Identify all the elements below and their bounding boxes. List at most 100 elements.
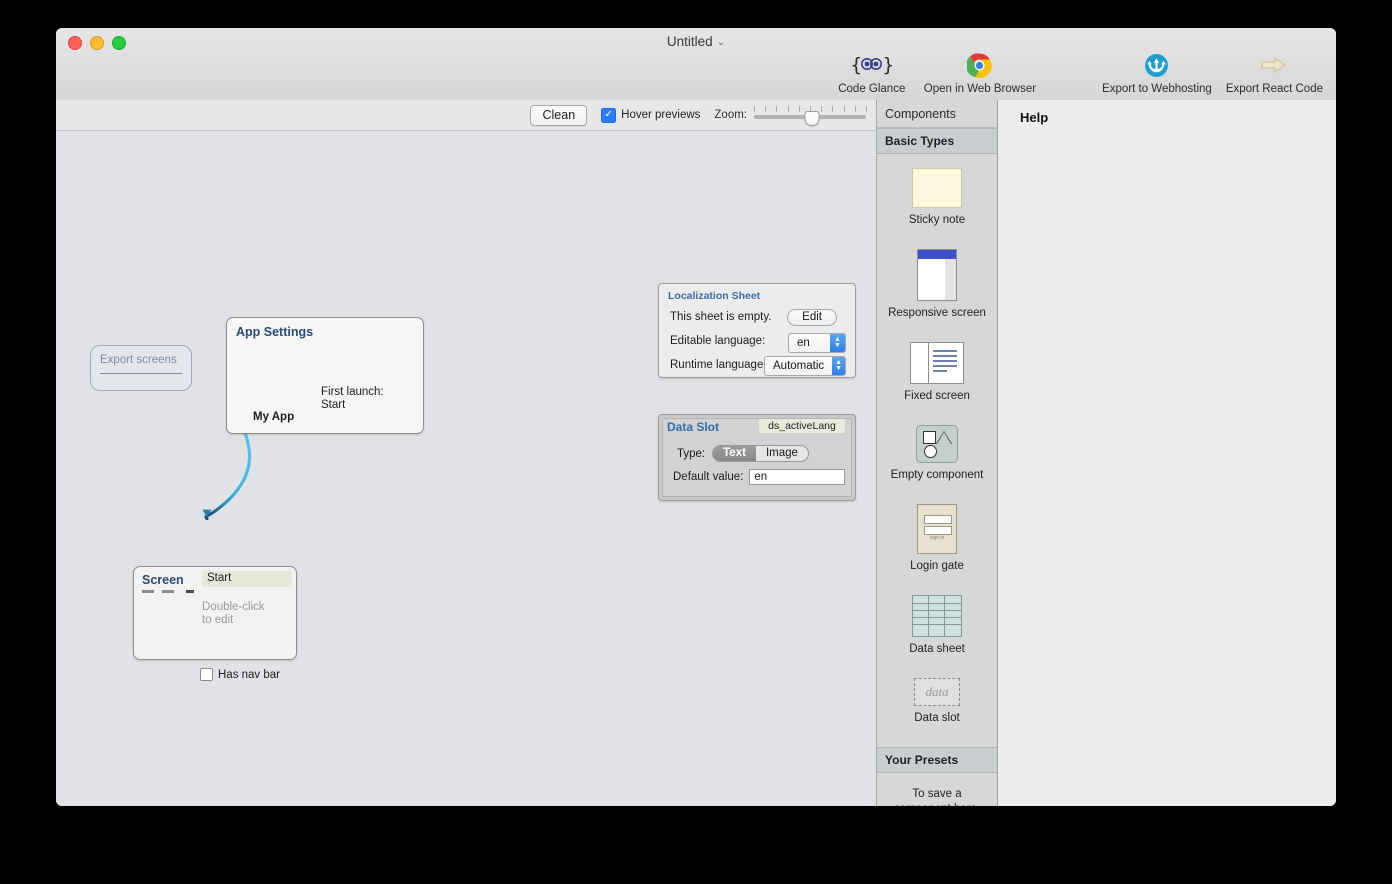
sidebar-component-list: Sticky note Responsive screen xyxy=(877,154,997,725)
component-label: Empty component xyxy=(891,469,984,482)
component-label: Responsive screen xyxy=(888,307,986,320)
toolbar: {} Code Glance xyxy=(827,50,1330,95)
first-launch-label: First launch: xyxy=(321,386,384,398)
segment-image[interactable]: Image xyxy=(756,446,808,461)
login-gate-icon: sign in xyxy=(917,504,957,554)
arrow-right-icon xyxy=(1261,50,1287,80)
zoom-slider-thumb[interactable] xyxy=(805,111,820,126)
first-launch-value: Start xyxy=(321,399,345,411)
chevron-down-icon[interactable]: ⌄ xyxy=(717,37,725,48)
component-label: Data sheet xyxy=(909,643,965,656)
binoculars-icon: {} xyxy=(850,50,893,80)
hover-previews-checkbox[interactable]: ✓ Hover previews xyxy=(601,108,700,123)
data-slot-icon: data xyxy=(914,678,960,706)
node-localization-sheet[interactable]: Localization Sheet This sheet is empty. … xyxy=(658,283,856,378)
data-slot-default-row: Default value: en xyxy=(673,469,845,485)
responsive-screen-icon xyxy=(917,249,957,301)
data-slot-title: Data Slot xyxy=(667,420,719,434)
window-body: Clean ✓ Hover previews Zoom: xyxy=(56,100,1336,806)
component-label: Fixed screen xyxy=(904,390,970,403)
component-data-sheet[interactable]: Data sheet xyxy=(877,595,997,656)
runtime-language-label: Runtime language: xyxy=(670,359,767,371)
fixed-screen-icon xyxy=(910,342,964,384)
help-panel: Help xyxy=(998,100,1336,806)
localization-edit-button[interactable]: Edit xyxy=(787,309,837,326)
runtime-language-value: Automatic xyxy=(765,357,832,375)
presets-empty-text: To save a component here, select it and … xyxy=(877,773,997,806)
canvas-column: Clean ✓ Hover previews Zoom: xyxy=(56,100,877,806)
toolbar-label: Open in Web Browser xyxy=(924,83,1036,95)
toolbar-label: Code Glance xyxy=(838,83,905,95)
localization-empty-text: This sheet is empty. xyxy=(670,311,771,323)
app-settings-title: App Settings xyxy=(236,325,313,339)
data-slot-type-row: Type: Text Image xyxy=(677,445,809,462)
screen-has-nav-bar-checkbox[interactable]: Has nav bar xyxy=(200,668,280,681)
export-screens-underline xyxy=(100,373,182,374)
sidebar-header: Components xyxy=(877,100,997,128)
chrome-icon xyxy=(967,50,992,80)
editable-language-value: en xyxy=(789,334,830,352)
hover-previews-label: Hover previews xyxy=(621,109,700,121)
app-settings-first-launch: First launch: Start xyxy=(321,386,384,412)
toolbar-button-open-in-web-browser[interactable]: Open in Web Browser xyxy=(917,50,1043,95)
has-nav-bar-label: Has nav bar xyxy=(218,669,280,681)
data-slot-type-label: Type: xyxy=(677,448,705,460)
canvas-toolbar: Clean ✓ Hover previews Zoom: xyxy=(56,100,876,131)
zoom-slider[interactable] xyxy=(754,106,866,124)
component-label: Sticky note xyxy=(909,214,965,227)
sticky-note-icon xyxy=(912,168,962,208)
component-fixed-screen[interactable]: Fixed screen xyxy=(877,342,997,403)
node-export-screens[interactable]: Export screens xyxy=(90,345,192,391)
node-app-settings[interactable]: App Settings First launch: Start My App xyxy=(226,317,424,434)
editable-language-label: Editable language: xyxy=(670,335,765,347)
node-screen[interactable]: Screen Start Double-click to edit Has na… xyxy=(133,566,297,660)
checkbox-checked-icon[interactable]: ✓ xyxy=(601,108,616,123)
toolbar-button-export-to-webhosting[interactable]: Export to Webhosting xyxy=(1095,50,1219,95)
app-settings-app-name: My App xyxy=(253,411,294,423)
component-sticky-note[interactable]: Sticky note xyxy=(877,168,997,227)
title-bar: Untitled ⌄ {} Code Glance xyxy=(56,28,1336,101)
screen-hint-line2: to edit xyxy=(202,614,233,626)
anchor-circle-icon xyxy=(1144,50,1169,80)
default-value-label: Default value: xyxy=(673,471,743,483)
localization-sheet-title: Localization Sheet xyxy=(668,290,760,302)
editable-language-select[interactable]: en ▲▼ xyxy=(788,333,846,353)
component-login-gate[interactable]: sign in Login gate xyxy=(877,504,997,573)
chevron-updown-icon[interactable]: ▲▼ xyxy=(830,334,845,352)
toolbar-label: Export React Code xyxy=(1226,83,1323,95)
screen-name-field[interactable]: Start xyxy=(202,571,292,587)
chevron-updown-icon[interactable]: ▲▼ xyxy=(832,357,845,375)
component-data-slot[interactable]: data Data slot xyxy=(877,678,997,725)
default-value-input[interactable]: en xyxy=(749,469,845,485)
sidebar-section-basic-types[interactable]: Basic Types xyxy=(877,128,997,154)
empty-component-icon xyxy=(916,425,958,463)
components-sidebar: Components Basic Types Sticky note Respo… xyxy=(877,100,998,806)
sidebar-section-your-presets[interactable]: Your Presets xyxy=(877,747,997,773)
export-screens-label: Export screens xyxy=(100,354,177,366)
clean-button[interactable]: Clean xyxy=(530,105,587,126)
data-sheet-icon xyxy=(912,595,962,637)
login-gate-sign-in-text: sign in xyxy=(918,535,956,541)
toolbar-label: Export to Webhosting xyxy=(1102,83,1212,95)
zoom-control[interactable]: Zoom: xyxy=(714,106,866,124)
screen-hint-line1: Double-click xyxy=(202,601,265,613)
data-slot-name-field[interactable]: ds_activeLang xyxy=(759,419,845,433)
toolbar-button-export-react-code[interactable]: Export React Code xyxy=(1219,50,1330,95)
window-title[interactable]: Untitled ⌄ xyxy=(56,34,1336,49)
data-slot-type-segmented-control[interactable]: Text Image xyxy=(712,445,809,462)
screen-edit-hint: Double-click to edit xyxy=(202,601,265,627)
screenshot-root: Untitled ⌄ {} Code Glance xyxy=(0,0,1392,884)
runtime-language-select[interactable]: Automatic ▲▼ xyxy=(764,356,846,376)
node-data-slot[interactable]: Data Slot ds_activeLang Type: Text Image… xyxy=(658,414,856,501)
diagram-canvas[interactable]: Export screens App Settings First launch… xyxy=(56,130,876,806)
zoom-label: Zoom: xyxy=(714,109,747,121)
component-responsive-screen[interactable]: Responsive screen xyxy=(877,249,997,320)
help-title: Help xyxy=(1020,110,1048,125)
screen-mini-marks-icon xyxy=(142,589,194,594)
component-empty-component[interactable]: Empty component xyxy=(877,425,997,482)
toolbar-button-code-glance[interactable]: {} Code Glance xyxy=(827,50,917,95)
checkbox-unchecked-icon[interactable] xyxy=(200,668,213,681)
component-label: Login gate xyxy=(910,560,964,573)
window-title-text: Untitled xyxy=(667,34,713,49)
segment-text[interactable]: Text xyxy=(713,446,756,461)
